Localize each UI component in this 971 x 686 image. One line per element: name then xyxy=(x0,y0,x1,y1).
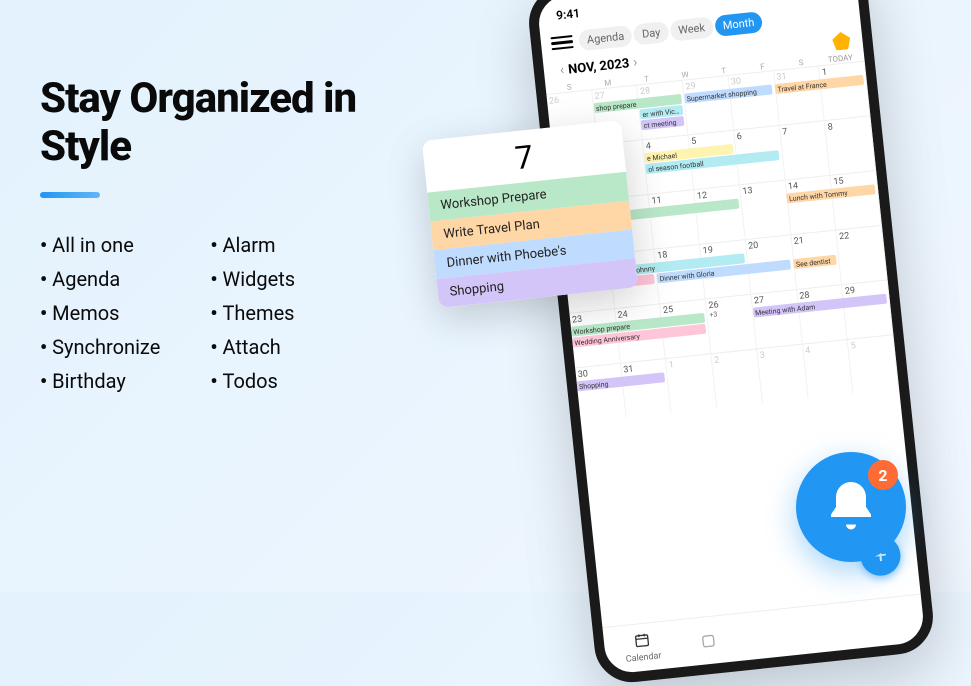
notification-badge: 2 xyxy=(868,460,898,490)
nav-memo[interactable] xyxy=(699,632,717,650)
tab-month[interactable]: Month xyxy=(714,11,764,37)
feature-item: Themes xyxy=(210,296,295,330)
accent-underline xyxy=(40,192,100,198)
calendar-event[interactable]: +3 xyxy=(707,310,718,319)
day-cell[interactable]: 11 xyxy=(649,190,700,248)
feature-item: Attach xyxy=(210,330,295,364)
nav-calendar[interactable]: Calendar xyxy=(623,630,662,665)
tab-agenda[interactable]: Agenda xyxy=(578,25,633,51)
feature-item: All in one xyxy=(40,228,160,262)
day-cell[interactable]: 8 xyxy=(825,116,876,174)
tab-day[interactable]: Day xyxy=(633,21,669,45)
day-cell[interactable]: 26 xyxy=(706,295,757,353)
day-popup: 7 Workshop PrepareWrite Travel PlanDinne… xyxy=(422,120,638,308)
chevron-right-icon[interactable]: › xyxy=(628,54,642,71)
calendar-icon xyxy=(633,631,651,652)
feature-item: Birthday xyxy=(40,364,160,398)
day-cell[interactable]: 14 xyxy=(785,176,836,234)
day-cell[interactable]: 7 xyxy=(780,121,831,179)
feature-item: Synchronize xyxy=(40,330,160,364)
feature-item: Agenda xyxy=(40,262,160,296)
day-cell[interactable]: 15 xyxy=(831,171,882,229)
day-cell[interactable]: 30 xyxy=(575,364,626,422)
day-cell[interactable]: 27 xyxy=(751,290,802,348)
feature-lists: All in oneAgendaMemosSynchronizeBirthday… xyxy=(40,228,440,398)
day-cell[interactable]: 2 xyxy=(712,349,763,407)
day-cell[interactable]: 13 xyxy=(740,181,791,239)
tab-week[interactable]: Week xyxy=(669,16,714,41)
day-cell[interactable]: 12 xyxy=(694,185,745,243)
day-cell[interactable]: 22 xyxy=(837,226,888,284)
day-cell[interactable]: 31 xyxy=(621,359,672,417)
status-time: 9:41 xyxy=(555,6,580,22)
day-cell[interactable]: 3 xyxy=(757,345,808,403)
day-cell[interactable]: 1 xyxy=(819,62,870,120)
feature-item: Widgets xyxy=(210,262,295,296)
day-cell[interactable]: 31 xyxy=(774,66,825,124)
day-cell[interactable]: 5 xyxy=(848,335,899,393)
feature-item: Alarm xyxy=(210,228,295,262)
notification-bell[interactable]: 2 xyxy=(796,452,906,562)
day-cell[interactable]: 29 xyxy=(683,76,734,134)
hero-title: Stay Organized in Style xyxy=(40,75,440,172)
feature-item: Todos xyxy=(210,364,295,398)
feature-list-left: All in oneAgendaMemosSynchronizeBirthday xyxy=(40,228,160,398)
month-label: NOV, 2023 xyxy=(567,56,630,77)
phone-mockup: 9:41 AgendaDayWeekMonth ‹ NOV, 2023 › SM… xyxy=(525,0,936,686)
day-cell[interactable]: 4 xyxy=(803,340,854,398)
day-cell[interactable]: 28 xyxy=(797,285,848,343)
feature-list-right: AlarmWidgetsThemesAttachTodos xyxy=(210,228,295,398)
day-cell[interactable]: 1 xyxy=(666,354,717,412)
day-cell[interactable]: 30 xyxy=(728,71,779,129)
menu-icon[interactable] xyxy=(550,32,574,54)
hero-section: Stay Organized in Style All in oneAgenda… xyxy=(40,75,440,398)
day-cell[interactable]: 29 xyxy=(842,280,893,338)
bottom-nav: Calendar xyxy=(602,594,925,675)
feature-item: Memos xyxy=(40,296,160,330)
vip-badge-icon[interactable] xyxy=(832,31,852,51)
